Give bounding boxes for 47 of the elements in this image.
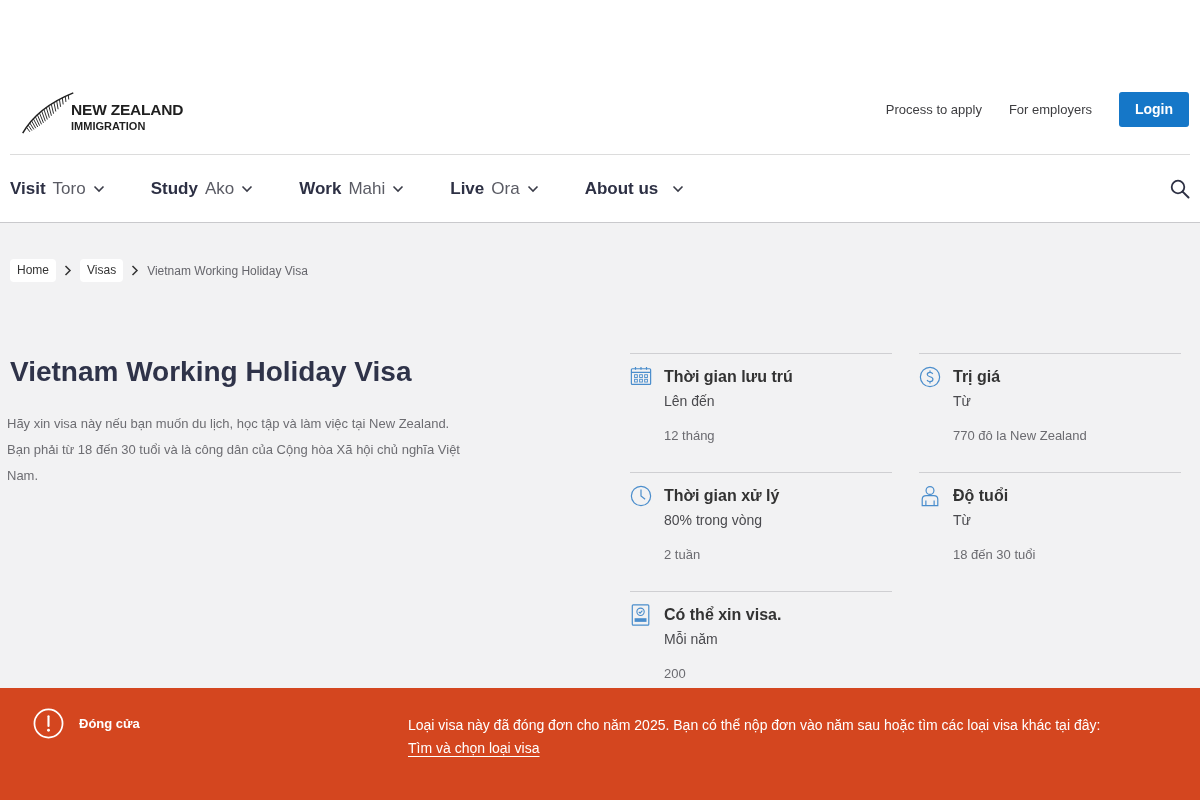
info-qualifier: Lên đến <box>664 392 716 411</box>
nav-menu-item[interactable]: Visit Toro <box>10 175 105 202</box>
page-title: Vietnam Working Holiday Visa <box>10 355 413 389</box>
info-qualifier: 80% trong vòng <box>664 511 764 530</box>
logo-subtitle: IMMIGRATION <box>71 120 147 132</box>
notice-message: Loại visa này đã đóng đơn cho năm 2025. Bạn có thể nộp đơn vào năm sau hoặc tìm các loại visa khác tại đây: <box>408 716 1101 735</box>
chevron-right-icon <box>131 265 140 276</box>
info-value: 2 tuần <box>664 546 702 564</box>
dollar-coin-icon <box>919 366 941 388</box>
info-title: Thời gian lưu trú <box>664 367 793 387</box>
nav-menu-item[interactable]: Work Mahi <box>299 175 405 202</box>
info-title: Có thể xin visa. <box>664 605 782 625</box>
chevron-down-icon <box>526 184 539 193</box>
visa-description: Hãy xin visa này nếu bạn muốn du lịch, học tập và làm việc tại New Zealand. Bạn phải từ 18 đến 30 tuổi và là công dân của Cộng hòa Xã hội chủ nghĩa Việt Nam. <box>7 414 461 485</box>
info-qualifier: Mỗi năm <box>664 630 719 649</box>
calendar-icon <box>630 366 652 388</box>
info-value: 18 đến 30 tuổi <box>953 546 1036 564</box>
info-qualifier: Từ <box>953 392 972 411</box>
info-qualifier: Từ <box>953 511 972 530</box>
info-value: 770 đô la New Zealand <box>953 427 1087 445</box>
visa-document-icon <box>630 604 652 626</box>
alert-icon <box>33 708 64 739</box>
breadcrumb-link[interactable]: Visas <box>80 259 124 282</box>
logo-wordmark: NEW ZEALAND <box>71 102 184 118</box>
chevron-down-icon <box>92 184 105 193</box>
top-link[interactable]: For employers <box>1008 99 1092 120</box>
nav-menu-item[interactable]: Study Ako <box>150 175 254 202</box>
info-value: 200 <box>664 665 687 683</box>
breadcrumb-current: Vietnam Working Holiday Visa <box>147 262 308 280</box>
nav-menu-item[interactable]: About us <box>584 175 685 202</box>
breadcrumb-link[interactable]: Home <box>10 259 56 282</box>
chevron-down-icon <box>392 184 405 193</box>
info-value: 12 tháng <box>664 427 716 445</box>
login-button[interactable]: Login <box>1119 92 1189 127</box>
info-title: Thời gian xử lý <box>664 486 780 506</box>
notice-link[interactable]: Tìm và chọn loại visa <box>408 740 540 756</box>
chevron-down-icon <box>672 184 685 193</box>
clock-icon <box>630 485 652 507</box>
notice-status: Đóng cửa <box>79 714 140 733</box>
chevron-right-icon <box>64 265 72 276</box>
search-icon[interactable] <box>1170 178 1190 199</box>
top-link[interactable]: Process to apply <box>885 99 982 120</box>
nav-menu-item[interactable]: Live Ora <box>450 175 539 202</box>
info-title: Trị giá <box>953 367 1002 387</box>
person-icon <box>919 485 941 507</box>
info-title: Độ tuổi <box>953 486 1010 506</box>
chevron-down-icon <box>241 184 254 193</box>
